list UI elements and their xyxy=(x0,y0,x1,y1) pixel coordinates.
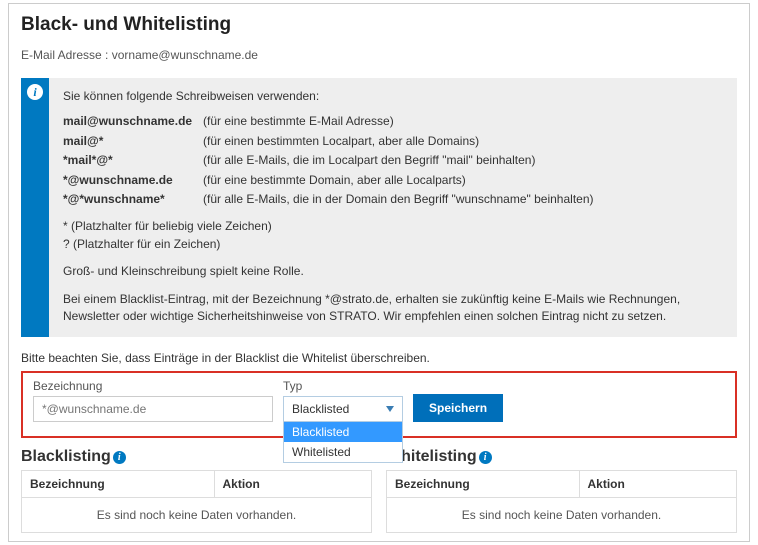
help-icon[interactable]: i xyxy=(479,451,492,464)
pattern-row: *mail*@*(für alle E-Mails, die im Localp… xyxy=(63,152,723,169)
pattern-row: *@wunschname.de(für eine bestimmte Domai… xyxy=(63,172,723,189)
typ-selected-value: Blacklisted xyxy=(292,402,349,416)
chevron-down-icon xyxy=(382,397,398,421)
typ-field: Typ Blacklisted Blacklisted Whitelisted xyxy=(283,379,403,422)
empty-message: Es sind noch keine Daten vorhanden. xyxy=(387,498,737,533)
form-highlight: Bezeichnung Typ Blacklisted Blacklisted … xyxy=(21,371,737,438)
whitelisting-table: Bezeichnung Aktion Es sind noch keine Da… xyxy=(386,470,737,533)
info-body: Sie können folgende Schreibweisen verwen… xyxy=(49,78,737,337)
pattern-desc: (für alle E-Mails, die in der Domain den… xyxy=(203,191,594,208)
pattern-code: mail@* xyxy=(63,133,203,150)
main-panel: Black- und Whitelisting E-Mail Adresse :… xyxy=(8,3,750,542)
submit-field: Speichern xyxy=(413,394,503,422)
typ-dropdown: Blacklisted Whitelisted xyxy=(283,422,403,463)
pattern-code: *mail*@* xyxy=(63,152,203,169)
bezeichnung-field: Bezeichnung xyxy=(33,379,273,422)
wildcard-note: * (Platzhalter für beliebig viele Zeiche… xyxy=(63,218,723,235)
pattern-desc: (für einen bestimmten Localpart, aber al… xyxy=(203,133,479,150)
info-paragraph: Bei einem Blacklist-Eintrag, mit der Bez… xyxy=(63,291,723,326)
info-paragraph: Groß- und Kleinschreibung spielt keine R… xyxy=(63,263,723,280)
help-icon[interactable]: i xyxy=(113,451,126,464)
wildcard-notes: * (Platzhalter für beliebig viele Zeiche… xyxy=(63,218,723,253)
typ-option-blacklisted[interactable]: Blacklisted xyxy=(284,422,402,442)
blacklisting-table: Bezeichnung Aktion Es sind noch keine Da… xyxy=(21,470,372,533)
email-line: E-Mail Adresse : vorname@wunschname.de xyxy=(21,48,737,62)
col-bezeichnung: Bezeichnung xyxy=(22,471,215,498)
email-label: E-Mail Adresse : xyxy=(21,48,108,62)
pattern-code: *@*wunschname* xyxy=(63,191,203,208)
wildcard-note: ? (Platzhalter für ein Zeichen) xyxy=(63,236,723,253)
pattern-row: *@*wunschname*(für alle E-Mails, die in … xyxy=(63,191,723,208)
pattern-desc: (für alle E-Mails, die im Localpart den … xyxy=(203,152,535,169)
pattern-desc: (für eine bestimmte Domain, aber alle Lo… xyxy=(203,172,466,189)
page-title: Black- und Whitelisting xyxy=(21,14,737,36)
blacklisting-title: Blacklisting xyxy=(21,448,111,466)
table-row: Es sind noch keine Daten vorhanden. xyxy=(22,498,372,533)
whitelisting-heading: Whitelisting i xyxy=(386,448,737,466)
typ-select[interactable]: Blacklisted Blacklisted Whitelisted xyxy=(283,396,403,422)
save-button[interactable]: Speichern xyxy=(413,394,503,422)
bezeichnung-input[interactable] xyxy=(33,396,273,422)
info-box: i Sie können folgende Schreibweisen verw… xyxy=(21,78,737,337)
empty-message: Es sind noch keine Daten vorhanden. xyxy=(22,498,372,533)
info-lead: Sie können folgende Schreibweisen verwen… xyxy=(63,88,723,105)
table-row: Es sind noch keine Daten vorhanden. xyxy=(387,498,737,533)
col-aktion: Aktion xyxy=(579,471,737,498)
bezeichnung-label: Bezeichnung xyxy=(33,379,273,393)
pattern-code: *@wunschname.de xyxy=(63,172,203,189)
typ-option-whitelisted[interactable]: Whitelisted xyxy=(284,442,402,462)
pattern-code: mail@wunschname.de xyxy=(63,113,203,130)
typ-label: Typ xyxy=(283,379,403,393)
info-bar: i xyxy=(21,78,49,337)
info-icon: i xyxy=(27,84,43,100)
form-row: Bezeichnung Typ Blacklisted Blacklisted … xyxy=(33,379,725,422)
pattern-list: mail@wunschname.de(für eine bestimmte E-… xyxy=(63,113,723,208)
whitelisting-section: Whitelisting i Bezeichnung Aktion Es sin… xyxy=(386,448,737,533)
pattern-row: mail@wunschname.de(für eine bestimmte E-… xyxy=(63,113,723,130)
col-bezeichnung: Bezeichnung xyxy=(387,471,580,498)
col-aktion: Aktion xyxy=(214,471,372,498)
typ-select-display[interactable]: Blacklisted xyxy=(283,396,403,422)
email-value: vorname@wunschname.de xyxy=(112,48,258,62)
pattern-row: mail@*(für einen bestimmten Localpart, a… xyxy=(63,133,723,150)
pattern-desc: (für eine bestimmte E-Mail Adresse) xyxy=(203,113,394,130)
overwrite-note: Bitte beachten Sie, dass Einträge in der… xyxy=(21,351,737,365)
